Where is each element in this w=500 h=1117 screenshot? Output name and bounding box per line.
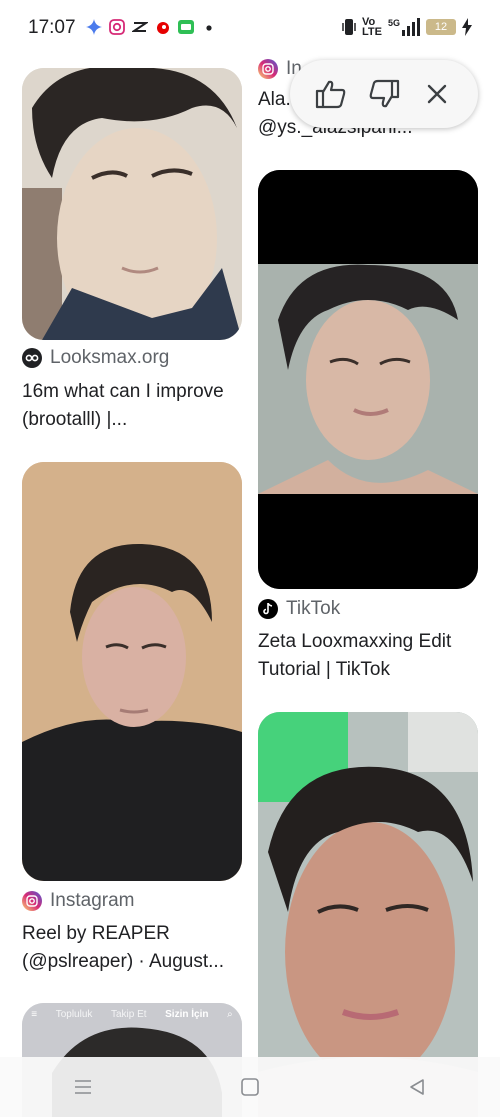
back-icon [409, 1079, 424, 1095]
status-time: 17:07 [28, 17, 76, 38]
result-title-1[interactable]: 16m what can I improve (brootalll) |... [22, 378, 246, 434]
thumbs-up-icon [315, 80, 346, 109]
home-icon [241, 1078, 259, 1096]
overlay-tab: Topluluk [55, 1009, 93, 1020]
overlay-tab: Sizin İçin [165, 1009, 209, 1020]
result-image-r2[interactable] [258, 170, 478, 589]
battery-indicator: 12 [426, 19, 456, 35]
home-button[interactable] [230, 1067, 270, 1107]
overlay-search-icon: ⌕ [227, 1009, 233, 1020]
result-source-2[interactable]: Instagram [22, 890, 134, 912]
portrait-image [258, 170, 478, 589]
navigation-bar [0, 1057, 500, 1117]
result-source-label: Looksmax.org [50, 347, 170, 368]
portrait-image [22, 462, 242, 881]
result-title-2[interactable]: Reel by REAPER (@pslreaper) · August... [22, 920, 246, 976]
status-bar: 17:07 Vo LTE 5G 12 [0, 0, 500, 58]
charging-icon [462, 18, 472, 36]
looksmax-icon [22, 348, 42, 368]
vibrate-icon [342, 19, 356, 35]
close-button[interactable] [417, 74, 457, 114]
notification-icons [86, 19, 217, 35]
thumbs-down-icon [369, 79, 400, 108]
volte-label: Vo LTE [362, 16, 382, 38]
gemini-icon [86, 19, 102, 35]
feedback-bar [290, 60, 478, 128]
instagram-icon [109, 19, 125, 35]
recents-button[interactable] [63, 1067, 103, 1107]
overlay-tabs: ≡ Topluluk Takip Et Sizin İçin ⌕ [22, 1009, 242, 1020]
status-right: Vo LTE 5G 12 [342, 16, 472, 38]
back-button[interactable] [397, 1067, 437, 1107]
result-image-2[interactable] [22, 462, 242, 881]
signal-icon: 5G [388, 18, 420, 36]
overlay-tab: Takip Et [110, 1009, 147, 1020]
menu-icon [75, 1080, 92, 1094]
result-source-label: Instagram [50, 890, 135, 911]
vodafone-icon [157, 22, 169, 34]
close-icon [428, 84, 447, 104]
thumbs-up-button[interactable] [311, 74, 351, 114]
overlay-menu-icon: ≡ [31, 1009, 38, 1020]
instagram-icon [22, 891, 42, 911]
result-source-r2[interactable]: TikTok [258, 598, 340, 620]
thumbs-down-button[interactable] [364, 74, 404, 114]
result-title-r2[interactable]: Zeta Looxmaxxing Edit Tutorial | TikTok [258, 628, 482, 684]
tiktok-icon [258, 599, 278, 619]
capcut-icon [132, 22, 148, 32]
instagram-icon [258, 59, 278, 79]
result-image-1[interactable] [22, 68, 242, 340]
dot-icon [206, 25, 212, 31]
messages-icon [178, 20, 194, 34]
portrait-image [22, 68, 242, 340]
result-source-1[interactable]: Looksmax.org [22, 347, 169, 369]
result-source-label: TikTok [286, 598, 341, 619]
